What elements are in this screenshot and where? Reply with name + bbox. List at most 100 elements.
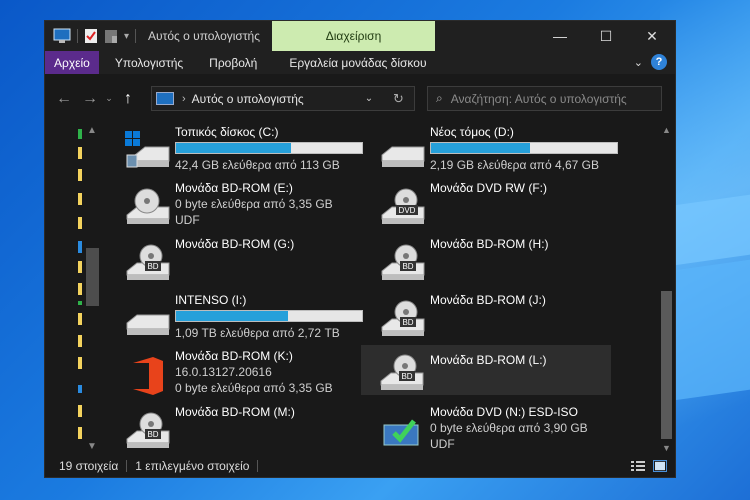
svg-text:BD: BD (147, 430, 158, 439)
drive-name: Τοπικός δίσκος (C:) (175, 125, 279, 139)
properties-icon[interactable] (84, 28, 98, 44)
tab-drive-tools[interactable]: Εργαλεία μονάδας δίσκου (273, 51, 436, 74)
scroll-down-icon[interactable]: ▼ (662, 443, 671, 453)
title-bar[interactable]: ▾ Αυτός ο υπολογιστής Διαχείριση — ☐ ✕ (45, 21, 675, 51)
drive-item-l[interactable]: BD Μονάδα BD-ROM (L:) (361, 345, 611, 395)
nav-item-marker[interactable] (78, 283, 82, 295)
drive-usage-bar (175, 142, 363, 154)
drive-item-d[interactable]: Νέος τόμος (D:) 2,19 GB ελεύθερα από 4,6… (360, 123, 618, 173)
hdd-icon (381, 146, 425, 167)
bd-drive-icon: BD (380, 354, 424, 390)
drive-usage-fill (176, 143, 292, 153)
svg-text:DVD: DVD (399, 206, 416, 215)
nav-item-marker[interactable] (78, 169, 82, 181)
up-arrow-icon[interactable]: ↑ (115, 90, 141, 108)
svg-text:BD: BD (401, 372, 412, 381)
nav-item-marker[interactable] (78, 193, 82, 205)
svg-text:BD: BD (147, 262, 158, 271)
ribbon-tabs: Αρχείο Υπολογιστής Προβολή Εργαλεία μονά… (45, 51, 675, 74)
drive-list: Τοπικός δίσκος (C:) 42,4 GB ελεύθερα από… (105, 123, 660, 455)
navigation-pane[interactable]: ▲ ▼ (45, 123, 103, 455)
breadcrumb-chevron-icon[interactable]: › (182, 93, 186, 105)
drive-item-f[interactable]: DVD Μονάδα DVD RW (F:) (360, 179, 610, 229)
windows-drive-icon (125, 131, 170, 168)
drive-item-e[interactable]: Μονάδα BD-ROM (E:) 0 byte ελεύθερα από 3… (105, 179, 355, 229)
manage-contextual-tab[interactable]: Διαχείριση (272, 21, 435, 51)
address-dropdown-icon[interactable]: ⌄ (355, 86, 383, 111)
search-input[interactable]: ⌕ Αναζήτηση: Αυτός ο υπολογιστής (427, 86, 662, 111)
bd-drive-icon: BD (126, 412, 170, 448)
scroll-up-icon[interactable]: ▲ (662, 125, 671, 135)
window-controls: — ☐ ✕ (537, 21, 675, 51)
forward-arrow-icon[interactable]: → (77, 90, 103, 108)
drive-name: Μονάδα BD-ROM (J:) (430, 293, 546, 307)
drive-free-space: 0 byte ελεύθερα από 3,35 GB (175, 381, 333, 395)
nav-item-marker[interactable] (78, 301, 82, 305)
drive-filesystem: UDF (175, 213, 200, 227)
drive-free-space: 42,4 GB ελεύθερα από 113 GB (175, 158, 340, 172)
breadcrumb[interactable]: Αυτός ο υπολογιστής (192, 92, 304, 106)
content-scrollbar[interactable]: ▲ ▼ (659, 123, 675, 455)
tab-view[interactable]: Προβολή (197, 51, 273, 74)
scrollbar-thumb[interactable] (661, 291, 672, 439)
file-explorer-window: ▾ Αυτός ο υπολογιστής Διαχείριση — ☐ ✕ Α… (44, 20, 676, 478)
drive-item-c[interactable]: Τοπικός δίσκος (C:) 42,4 GB ελεύθερα από… (105, 123, 363, 173)
svg-text:BD: BD (402, 318, 413, 327)
drive-filesystem: UDF (430, 437, 455, 451)
drive-version: 16.0.13127.20616 (175, 365, 272, 379)
scroll-down-icon[interactable]: ▼ (87, 441, 97, 452)
drive-usage-fill (176, 311, 288, 321)
help-icon[interactable]: ? (651, 54, 667, 70)
drive-item-j[interactable]: BD Μονάδα BD-ROM (J:) (360, 291, 610, 341)
close-button[interactable]: ✕ (629, 21, 675, 51)
drive-name: Μονάδα BD-ROM (E:) (175, 181, 293, 195)
drive-name: Μονάδα BD-ROM (H:) (430, 237, 549, 251)
desktop-windows-logo-pane (672, 194, 750, 266)
search-icon: ⌕ (436, 91, 443, 105)
drive-item-k[interactable]: Μονάδα BD-ROM (K:) 16.0.13127.20616 0 by… (105, 347, 355, 397)
drive-item-m[interactable]: BD Μονάδα BD-ROM (M:) (105, 403, 355, 453)
drive-item-h[interactable]: BD Μονάδα BD-ROM (H:) (360, 235, 610, 285)
recent-locations-icon[interactable]: ⌄ (103, 93, 115, 104)
expand-ribbon-icon[interactable]: ⌄ (634, 56, 643, 69)
tiles-view-icon[interactable] (653, 460, 667, 472)
nav-item-marker[interactable] (78, 241, 82, 253)
nav-item-marker[interactable] (78, 335, 82, 347)
drive-name: Μονάδα BD-ROM (L:) (430, 353, 547, 367)
details-view-icon[interactable] (631, 460, 645, 472)
drive-name: Μονάδα DVD (N:) ESD-ISO (430, 405, 578, 419)
refresh-icon[interactable]: ↻ (383, 86, 415, 111)
tab-file[interactable]: Αρχείο (45, 51, 99, 74)
maximize-button[interactable]: ☐ (583, 21, 629, 51)
drive-name: Μονάδα BD-ROM (M:) (175, 405, 295, 419)
nav-item-marker[interactable] (78, 147, 82, 159)
nav-item-marker[interactable] (78, 427, 82, 439)
customize-toolbar-icon[interactable]: ▾ (124, 31, 129, 42)
drive-free-space: 0 byte ελεύθερα από 3,90 GB (430, 421, 588, 435)
nav-item-marker[interactable] (78, 261, 82, 273)
nav-item-marker[interactable] (78, 405, 82, 417)
drive-free-space: 1,09 TB ελεύθερα από 2,72 TB (175, 326, 340, 340)
drive-item-g[interactable]: BD Μονάδα BD-ROM (G:) (105, 235, 355, 285)
back-arrow-icon[interactable]: ← (51, 90, 77, 108)
bd-drive-icon: BD (381, 244, 425, 280)
toolbar-separator (77, 29, 78, 43)
nav-item-marker[interactable] (78, 217, 82, 229)
nav-item-marker[interactable] (78, 129, 82, 139)
drive-name: Νέος τόμος (D:) (430, 125, 514, 139)
nav-scrollbar-thumb[interactable] (86, 248, 99, 306)
nav-item-marker[interactable] (78, 357, 82, 369)
drive-item-i[interactable]: INTENSO (I:) 1,09 TB ελεύθερα από 2,72 T… (105, 291, 363, 341)
drive-name: Μονάδα BD-ROM (K:) (175, 349, 293, 363)
toolbar-separator (135, 29, 137, 43)
minimize-button[interactable]: — (537, 21, 583, 51)
window-title: Αυτός ο υπολογιστής (148, 29, 261, 43)
nav-item-marker[interactable] (78, 313, 82, 325)
nav-item-marker[interactable] (78, 385, 82, 393)
drive-item-n[interactable]: Μονάδα DVD (N:) ESD-ISO 0 byte ελεύθερα … (360, 403, 610, 453)
tab-computer[interactable]: Υπολογιστής (99, 51, 197, 74)
new-folder-icon[interactable] (104, 28, 118, 44)
scroll-up-icon[interactable]: ▲ (87, 125, 97, 136)
drive-usage-bar (430, 142, 618, 154)
bd-drive-icon: BD (126, 244, 170, 280)
